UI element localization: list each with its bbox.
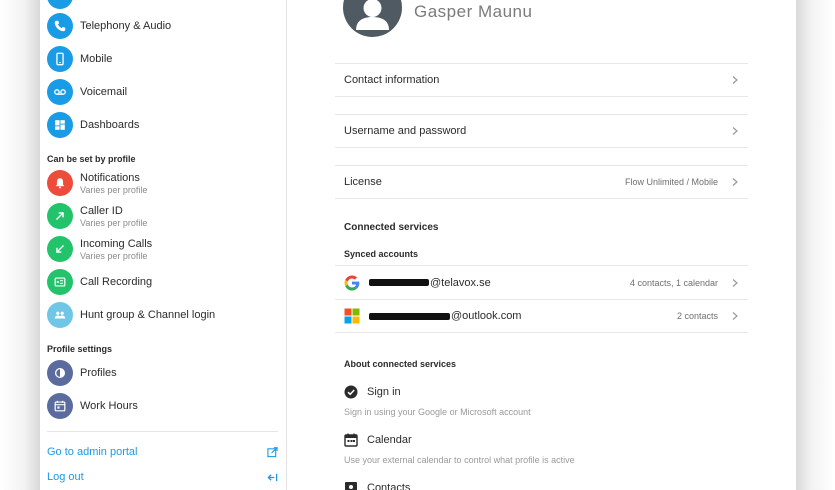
sidebar-item-voicemail[interactable]: Voicemail [47,77,277,107]
redacted-username [369,279,429,286]
sidebar-item-profiles[interactable]: Profiles [47,358,277,388]
sidebar-item-label: Profiles [80,367,117,379]
connected-services-heading: Connected services [344,222,439,233]
main-panel: Gasper Maunu Contact information Usernam… [288,0,796,490]
calendar-icon [344,433,358,447]
check-circle-icon [344,385,358,399]
about-item-title: Contacts [367,482,411,490]
sidebar: Telephony & Audio Mobile Voicemail Dashb… [40,0,287,490]
incoming-arrow-icon [47,236,73,262]
about-item-desc: Use your external calendar to control wh… [344,455,575,465]
sidebar-item-label: Notifications [80,171,140,184]
row-label: License [344,176,382,188]
sidebar-item-mobile[interactable]: Mobile [47,44,277,74]
sidebar-item-hunt-group[interactable]: Hunt group & Channel login [47,300,277,330]
logout-icon [267,472,278,483]
row-label: Username and password [344,125,467,137]
chevron-right-icon [731,312,739,320]
account-email: @outlook.com [369,310,677,322]
admin-portal-link[interactable]: Go to admin portal [47,444,278,460]
synced-accounts-heading: Synced accounts [344,249,419,259]
about-item-title: Calendar [367,434,412,446]
sidebar-item-incoming-calls[interactable]: Incoming Calls Varies per profile [47,234,277,264]
sidebar-item-sublabel: Varies per profile [80,184,148,195]
sidebar-item-sublabel: Varies per profile [80,217,148,228]
app-window: Telephony & Audio Mobile Voicemail Dashb… [40,0,796,490]
recording-icon [47,269,73,295]
sidebar-item-label: Mobile [80,53,113,65]
sidebar-item-label: Incoming Calls [80,237,153,250]
section-title-profile: Can be set by profile [47,154,136,164]
calendar-clock-icon [47,393,73,419]
section-title-settings: Profile settings [47,344,113,354]
profiles-icon [47,360,73,386]
sidebar-item-label: Telephony & Audio [80,20,172,32]
partial-icon [47,0,73,9]
sidebar-item-telephony[interactable]: Telephony & Audio [47,11,277,41]
account-summary: 2 contacts [676,311,718,321]
bell-icon [47,170,73,196]
sidebar-item-caller-id[interactable]: Caller ID Varies per profile [47,201,277,231]
sidebar-item-dashboards[interactable]: Dashboards [47,110,277,140]
sidebar-item-sublabel: Varies per profile [80,250,148,261]
account-email: @telavox.se [369,277,630,289]
google-logo-icon [344,275,360,291]
account-summary: 4 contacts, 1 calendar [629,277,718,288]
about-item-title: Sign in [367,386,401,398]
chevron-right-icon [731,178,739,186]
sidebar-item-call-recording[interactable]: Call Recording [47,267,277,297]
outgoing-arrow-icon [47,203,73,229]
external-link-icon [267,446,278,458]
microsoft-logo-icon [344,308,360,324]
contacts-icon [345,482,357,490]
sidebar-item-label: Voicemail [80,86,128,98]
sidebar-item-label: Hunt group & Channel login [80,309,216,321]
about-connected-services-heading: About connected services [344,359,457,369]
group-icon [47,302,73,328]
license-value: Flow Unlimited / Mobile [624,177,718,187]
contact-information-row[interactable]: Contact information [335,63,748,97]
about-calendar: Calendar Use your external calendar to c… [344,433,744,465]
chevron-right-icon [731,278,739,287]
background-right [796,0,835,490]
synced-account-google-row[interactable]: @telavox.se 4 contacts, 1 calendar [335,265,748,299]
email-domain: @telavox.se [430,276,491,289]
sidebar-item-partial[interactable] [47,0,277,11]
redacted-username [369,312,450,320]
voicemail-icon [47,79,73,105]
username-password-row[interactable]: Username and password [335,114,748,148]
sidebar-item-work-hours[interactable]: Work Hours [47,391,277,421]
sidebar-item-label: Caller ID [80,204,123,217]
mobile-icon [47,46,73,72]
phone-icon [47,13,73,39]
chevron-right-icon [731,76,739,84]
sidebar-item-label: Call Recording [80,276,153,288]
license-row[interactable]: License Flow Unlimited / Mobile [335,165,748,199]
background-left [0,0,40,490]
chevron-right-icon [731,127,739,135]
synced-account-microsoft-row[interactable]: @outlook.com 2 contacts [335,299,748,333]
about-item-desc: Sign in using your Google or Microsoft a… [344,407,531,417]
dashboard-icon [47,112,73,138]
admin-portal-label: Go to admin portal [47,446,138,458]
user-silhouette-icon [356,0,389,30]
sidebar-item-label: Dashboards [80,119,140,131]
sidebar-divider [47,431,278,432]
logout-label: Log out [47,471,84,483]
profile-name: Gasper Maunu [414,2,533,21]
sidebar-item-label: Work Hours [80,400,138,412]
sidebar-item-notifications[interactable]: Notifications Varies per profile [47,168,277,198]
logout-link[interactable]: Log out [47,469,278,485]
about-sign-in: Sign in Sign in using your Google or Mic… [344,385,744,417]
row-label: Contact information [344,74,440,86]
email-domain: @outlook.com [451,310,522,322]
about-contacts: Contacts [344,481,744,490]
avatar[interactable] [343,0,402,37]
